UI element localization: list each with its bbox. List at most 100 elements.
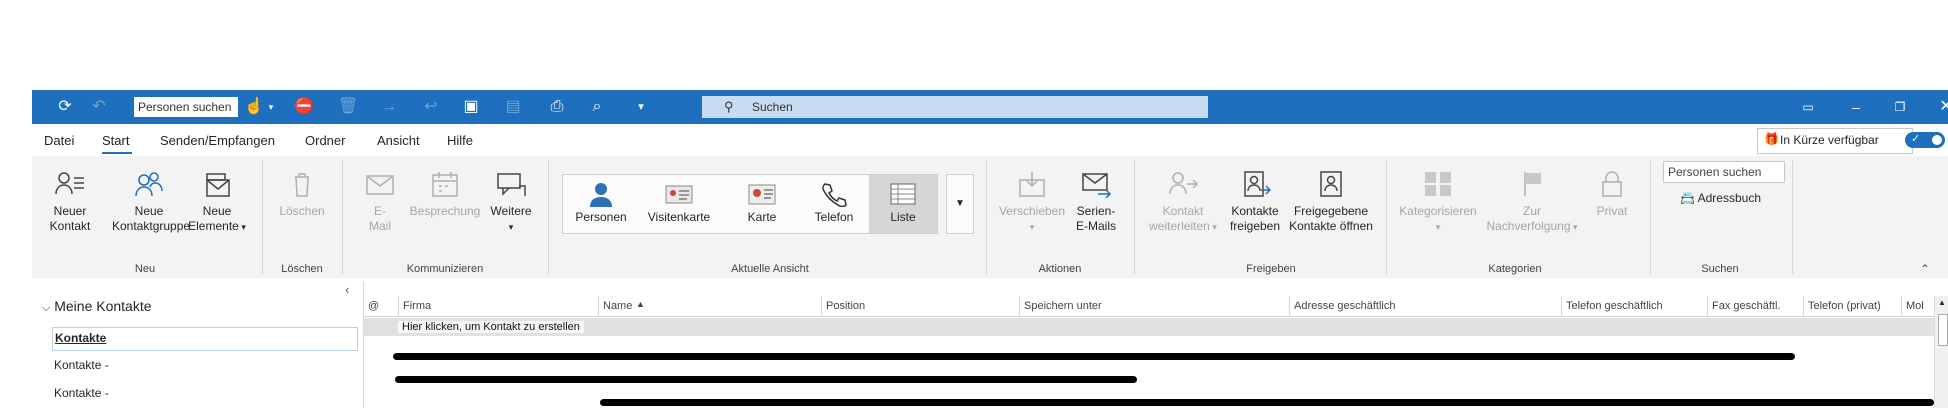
- ribbon-collapse-icon[interactable]: ⌃: [1920, 262, 1930, 276]
- forward-contact-button[interactable]: Kontakt weiterleiten ▾: [1146, 170, 1220, 235]
- people-search-input[interactable]: Personen suchen: [1663, 161, 1785, 183]
- list-icon: [890, 183, 916, 205]
- nav-collapse-icon[interactable]: ‹: [345, 282, 349, 297]
- view-telefon[interactable]: Telefon: [799, 175, 869, 233]
- tab-ordner[interactable]: Ordner: [305, 133, 345, 148]
- undo-icon[interactable]: ↶: [90, 98, 108, 116]
- tab-ansicht[interactable]: Ansicht: [377, 133, 420, 148]
- private-button[interactable]: Privat: [1590, 170, 1634, 219]
- customize-icon[interactable]: ▾: [632, 98, 650, 116]
- touch-mode-icon[interactable]: ☝: [244, 98, 264, 116]
- sync-icon[interactable]: ⟳: [56, 98, 74, 116]
- forward-contact-icon: [1169, 172, 1199, 195]
- open-shared-contacts-button[interactable]: Freigegebene Kontakte öffnen: [1286, 170, 1376, 234]
- column-fax[interactable]: Fax geschäftl.: [1707, 296, 1803, 316]
- more-button[interactable]: Weitere ▾: [488, 170, 534, 235]
- column-adresse[interactable]: Adresse geschäftlich: [1289, 296, 1561, 316]
- follow-up-button[interactable]: Zur Nachverfolgung ▾: [1484, 170, 1580, 235]
- tab-datei[interactable]: Datei: [44, 133, 74, 148]
- share-contacts-button[interactable]: Kontakte freigeben: [1226, 170, 1284, 234]
- group-label-find: Suchen: [1701, 263, 1739, 275]
- contact-group-icon: [135, 172, 163, 197]
- column-speichern-unter[interactable]: Speichern unter: [1019, 296, 1289, 316]
- share-contacts-label-1: Kontakte: [1231, 204, 1279, 218]
- ribbon-display-icon[interactable]: ▭: [1790, 96, 1826, 118]
- new-contact-group-button[interactable]: Neue Kontaktgruppe: [112, 170, 190, 234]
- open-shared-label-1: Freigegebene: [1293, 204, 1369, 218]
- more-label: Weitere: [490, 204, 532, 218]
- find-icon[interactable]: ⌕: [588, 98, 606, 116]
- column-telefon-privat[interactable]: Telefon (privat): [1803, 296, 1901, 316]
- nav-item-contacts-3[interactable]: Kontakte -: [54, 386, 109, 400]
- chevron-down-icon: ▾: [1570, 222, 1578, 232]
- restore-icon[interactable]: ❐: [1882, 96, 1918, 118]
- view-gallery-expand[interactable]: ▼: [946, 174, 974, 234]
- view-liste[interactable]: Liste: [869, 175, 937, 233]
- view-personen-label: Personen: [575, 210, 627, 224]
- new-contact-row[interactable]: Hier klicken, um Kontakt zu erstellen: [364, 318, 1934, 336]
- chevron-down-icon[interactable]: ▾: [262, 98, 280, 116]
- tab-start[interactable]: Start: [102, 133, 129, 148]
- trash-icon: [295, 173, 309, 197]
- view-visitenkarte[interactable]: Visitenkarte: [637, 175, 721, 233]
- delete-icon[interactable]: 🗑: [338, 98, 358, 116]
- forward-icon[interactable]: →: [380, 98, 398, 116]
- quick-people-search-input[interactable]: Personen suchen: [134, 97, 238, 117]
- group-label-view: Aktuelle Ansicht: [731, 263, 809, 275]
- tab-hilfe[interactable]: Hilfe: [447, 133, 473, 148]
- tab-senden-empfangen[interactable]: Senden/Empfangen: [160, 133, 275, 148]
- coming-soon-toggle[interactable]: ✓: [1905, 132, 1945, 148]
- column-firma[interactable]: Firma: [398, 296, 598, 316]
- view-gallery: Personen Visitenkarte Karte Telefon List…: [562, 174, 938, 234]
- column-telefon-geschaeftlich[interactable]: Telefon geschäftlich: [1561, 296, 1707, 316]
- view-personen[interactable]: Personen: [567, 175, 635, 233]
- minimize-icon[interactable]: –: [1838, 96, 1874, 118]
- lock-icon: [1602, 171, 1622, 197]
- rules-icon[interactable]: ▤: [504, 98, 522, 116]
- vertical-scrollbar[interactable]: ▲: [1934, 296, 1948, 408]
- new-items-button[interactable]: Neue Elemente ▾: [186, 170, 248, 235]
- check-icon: ✓: [1911, 133, 1921, 145]
- move-button[interactable]: Verschieben ▾: [996, 170, 1068, 235]
- new-contact-button[interactable]: Neuer Kontakt: [46, 170, 94, 234]
- new-items-label-1: Neue: [202, 204, 232, 218]
- column-header: @ Firma Name ▲ Position Speichern unter …: [364, 296, 1934, 317]
- move-label: Verschieben: [998, 204, 1066, 218]
- group-label-actions: Aktionen: [1038, 263, 1082, 275]
- column-attachment[interactable]: @: [364, 296, 398, 316]
- ignore-icon[interactable]: ⛔: [294, 98, 314, 116]
- print-icon[interactable]: ⎙: [548, 98, 566, 116]
- email-button[interactable]: E- Mail: [360, 170, 400, 234]
- person-icon: [590, 183, 612, 207]
- coming-soon-button[interactable]: 🎁 In Kürze verfügbar: [1757, 128, 1913, 154]
- calendar-icon: [432, 172, 458, 197]
- view-karte[interactable]: Karte: [727, 175, 797, 233]
- share-contacts-label-2: freigeben: [1229, 219, 1281, 233]
- nav-item-contacts-2[interactable]: Kontakte -: [54, 358, 109, 372]
- group-separator: [986, 160, 987, 274]
- card-icon: [748, 184, 776, 205]
- scroll-thumb[interactable]: [1938, 314, 1948, 346]
- redaction-bar: [395, 376, 1137, 383]
- move-icon[interactable]: ▣: [462, 98, 480, 116]
- private-label: Privat: [1596, 204, 1628, 218]
- search-bar[interactable]: ⚲ Suchen: [702, 96, 1208, 118]
- column-mobil[interactable]: Mol: [1901, 296, 1934, 316]
- chevron-down-icon: ▾: [1209, 222, 1217, 232]
- reply-icon[interactable]: ↩: [422, 98, 440, 116]
- meeting-button[interactable]: Besprechung: [408, 170, 482, 219]
- my-contacts-label: Meine Kontakte: [54, 298, 152, 314]
- mail-merge-button[interactable]: Serien- E-Mails: [1072, 170, 1120, 234]
- scroll-up-icon[interactable]: ▲: [1938, 298, 1946, 307]
- column-position[interactable]: Position: [821, 296, 1019, 316]
- categorize-icon: [1425, 172, 1451, 196]
- new-contact-icon: [55, 172, 84, 195]
- folder-rename-field[interactable]: [108, 329, 352, 349]
- group-separator: [1650, 160, 1651, 274]
- categorize-button[interactable]: Kategorisieren ▾: [1396, 170, 1480, 235]
- delete-button[interactable]: Löschen: [276, 170, 328, 219]
- address-book-button[interactable]: 📇 Adressbuch: [1680, 191, 1761, 205]
- close-icon[interactable]: ✕: [1928, 96, 1948, 118]
- my-contacts-heading[interactable]: ⌵ Meine Kontakte: [42, 298, 152, 315]
- new-items-label-2: Elemente: [188, 219, 239, 233]
